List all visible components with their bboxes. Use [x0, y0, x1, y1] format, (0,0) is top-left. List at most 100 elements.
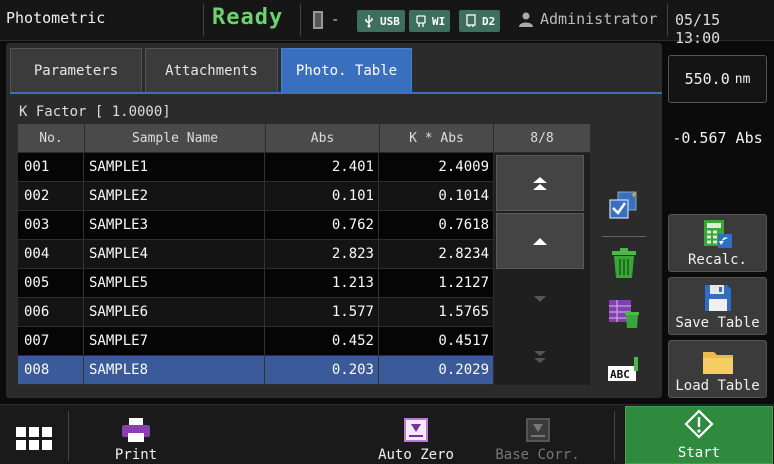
base-corr-button[interactable]: Base Corr. [495, 405, 580, 464]
double-chevron-down-icon [534, 351, 546, 363]
rename-text-icon: ABC [608, 357, 638, 381]
cell-k-abs: 0.7618 [438, 217, 489, 233]
tab-photo-table[interactable]: Photo. Table [281, 48, 412, 92]
cell-no: 001 [18, 153, 84, 181]
grid-menu-icon [16, 427, 52, 450]
save-table-button[interactable]: Save Table [668, 277, 767, 335]
print-label: Print [114, 447, 158, 463]
cell-name: SAMPLE4 [84, 240, 265, 268]
load-table-button[interactable]: Load Table [668, 340, 767, 398]
chevron-down-icon [534, 295, 546, 302]
table-row[interactable]: 007 SAMPLE7 0.452 0.4517 [18, 327, 493, 356]
cell-no: 006 [18, 298, 84, 326]
app-title: Photometric [6, 9, 106, 27]
abs-reading: -0.567 Abs [672, 129, 763, 147]
header-divider [203, 4, 204, 36]
scroll-down-button[interactable] [496, 271, 584, 327]
col-no: No. [18, 124, 85, 152]
cell-abs: 2.823 [265, 240, 379, 268]
cell-no: 005 [18, 269, 84, 297]
drive-status: D2 [459, 10, 501, 32]
cell-k-abs: 2.8234 [438, 246, 489, 262]
table-row-selected[interactable]: 008 SAMPLE8 0.203 0.2029 [18, 356, 493, 385]
rename-sample-button[interactable]: ABC [606, 351, 642, 387]
wavelength-display[interactable]: 550.0 nm [668, 55, 767, 103]
cell-abs: 1.577 [265, 298, 379, 326]
page-indicator: 8/8 [530, 130, 554, 146]
header-divider [667, 4, 668, 36]
recalc-button[interactable]: Recalc. [668, 214, 767, 272]
cell-name: SAMPLE2 [84, 182, 265, 210]
cell-name: SAMPLE3 [84, 211, 265, 239]
usb-label: USB [380, 14, 400, 28]
menu-grid-button[interactable] [16, 427, 52, 455]
table-body: 001 SAMPLE1 2.401 2.4009 002 SAMPLE2 0.1… [18, 153, 493, 385]
table-row[interactable]: 005 SAMPLE5 1.213 1.2127 [18, 269, 493, 298]
delete-table-icon [609, 300, 639, 328]
cell-k-abs: 0.1014 [438, 188, 489, 204]
footer-divider [614, 411, 615, 461]
cell-name: SAMPLE5 [84, 269, 265, 297]
cell-k-abs: 1.5765 [438, 304, 489, 320]
delete-table-button[interactable] [606, 295, 642, 331]
table-row[interactable]: 004 SAMPLE4 2.823 2.8234 [18, 240, 493, 269]
chevron-up-icon [533, 238, 547, 245]
main-panel: Parameters Attachments Photo. Table K Fa… [6, 43, 662, 398]
cell-name: SAMPLE8 [84, 356, 265, 384]
scroll-controls [494, 153, 590, 385]
cell-abs: 0.203 [265, 356, 379, 384]
wifi-status: WI [409, 10, 451, 32]
auto-zero-button[interactable]: Auto Zero [375, 405, 457, 464]
table-row[interactable]: 003 SAMPLE3 0.762 0.7618 [18, 211, 493, 240]
datetime: 05/15 13:00 [675, 11, 721, 47]
cell-k-abs: 1.2127 [438, 275, 489, 291]
drive-label: D2 [482, 14, 496, 28]
checkbox-select-icon [609, 191, 637, 219]
header-divider [300, 4, 301, 36]
trash-icon [612, 248, 636, 278]
double-chevron-up-icon [533, 177, 547, 190]
wifi-icon [416, 15, 426, 27]
start-button[interactable]: Start [625, 406, 773, 464]
tab-parameters[interactable]: Parameters [10, 48, 142, 92]
wifi-label: WI [432, 14, 446, 28]
table-row[interactable]: 001 SAMPLE1 2.401 2.4009 [18, 153, 493, 182]
base-corr-label: Base Corr. [495, 447, 580, 463]
table-header: No. Sample Name Abs K * Abs 8/8 [18, 124, 590, 152]
base-correction-icon [525, 418, 550, 442]
device-status: - [331, 12, 340, 28]
wavelength-value: 550.0 [684, 70, 730, 88]
svg-text:ABC: ABC [610, 368, 630, 381]
table-row[interactable]: 006 SAMPLE6 1.577 1.5765 [18, 298, 493, 327]
user-name: Administrator [540, 10, 658, 28]
cell-no: 008 [18, 356, 84, 384]
load-table-label: Load Table [675, 378, 760, 394]
cell-abs: 0.452 [265, 327, 379, 355]
cell-abs: 2.401 [265, 153, 379, 181]
status-ready: Ready [212, 5, 284, 30]
side-divider [602, 236, 646, 237]
scroll-bottom-button[interactable] [496, 329, 584, 385]
cell-abs: 0.101 [265, 182, 379, 210]
save-disk-icon [704, 285, 731, 311]
wavelength-unit: nm [734, 71, 751, 87]
printer-icon [122, 418, 150, 442]
scroll-top-button[interactable] [496, 155, 584, 211]
auto-zero-icon [404, 418, 428, 442]
tab-attachments[interactable]: Attachments [145, 48, 278, 92]
cell-name: SAMPLE1 [84, 153, 265, 181]
status-bar: Photometric Ready - USB WI D2 Administra… [0, 0, 774, 47]
scroll-up-button[interactable] [496, 213, 584, 269]
cuvette-icon [313, 11, 323, 29]
user-icon [519, 12, 533, 27]
col-sample-name: Sample Name [85, 124, 266, 152]
table-row[interactable]: 002 SAMPLE2 0.101 0.1014 [18, 182, 493, 211]
cell-no: 002 [18, 182, 84, 210]
cell-no: 007 [18, 327, 84, 355]
select-rows-button[interactable] [606, 188, 642, 224]
usb-icon [365, 15, 373, 28]
cell-abs: 0.762 [265, 211, 379, 239]
delete-row-button[interactable] [606, 245, 642, 281]
col-k-abs: K * Abs [380, 124, 494, 152]
print-button[interactable]: Print [100, 405, 172, 464]
